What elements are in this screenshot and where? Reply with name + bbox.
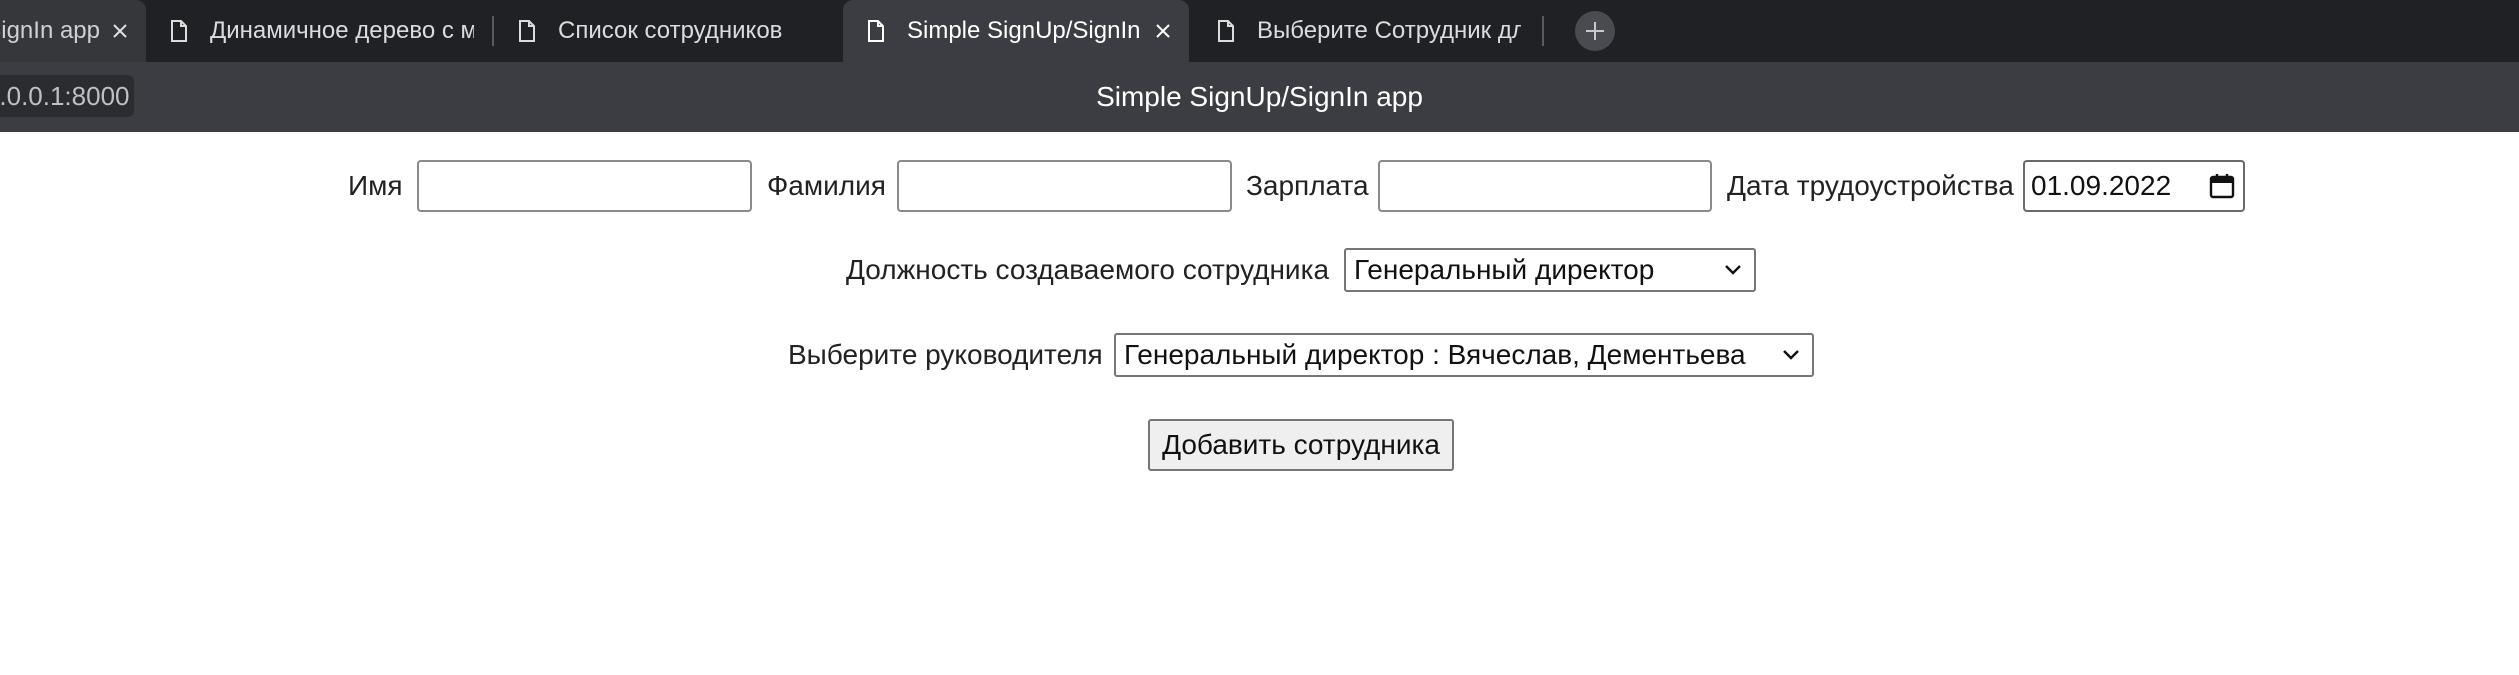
document-icon bbox=[519, 20, 535, 42]
last-name-label: Фамилия bbox=[767, 170, 886, 201]
first-name-label: Имя bbox=[348, 170, 403, 201]
hire-date-value: 01.09.2022 bbox=[2031, 170, 2172, 201]
tab-title: Список сотрудников bbox=[558, 17, 783, 44]
manager-select[interactable]: Генеральный директор : Вячеслав, Дементь… bbox=[1114, 333, 1814, 377]
tab-tree[interactable]: Динамичное дерево с меню bbox=[146, 0, 486, 62]
calendar-icon[interactable] bbox=[2209, 173, 2235, 199]
manager-select-value: Генеральный директор : Вячеслав, Дементь… bbox=[1124, 339, 1746, 370]
hire-date-label: Дата трудоустройства bbox=[1727, 170, 2014, 201]
page-title: Simple SignUp/SignIn app bbox=[1096, 81, 1423, 112]
tab-title: Выберите Сотрудник для bbox=[1257, 17, 1521, 44]
tab-title: Simple SignUp/SignIn app bbox=[907, 17, 1143, 44]
address-text: 127.0.0.1:8000 bbox=[0, 81, 130, 111]
chevron-down-icon bbox=[1783, 350, 1799, 360]
close-icon[interactable] bbox=[112, 23, 128, 39]
hire-date-input[interactable]: 01.09.2022 bbox=[2023, 160, 2245, 212]
tab-title: Динамичное дерево с меню bbox=[210, 17, 474, 44]
employee-form: Имя Фамилия Зарплата Дата трудоустройств… bbox=[0, 132, 2519, 675]
tab-signup-1[interactable]: Simple SignUp/SignIn app bbox=[0, 0, 146, 62]
tab-employee-list[interactable]: Список сотрудников bbox=[494, 0, 839, 62]
plus-icon bbox=[1586, 22, 1604, 40]
document-icon bbox=[171, 20, 187, 42]
salary-input[interactable] bbox=[1378, 160, 1712, 212]
manager-label: Выберите руководителя bbox=[788, 339, 1103, 370]
document-icon bbox=[1218, 20, 1234, 42]
salary-label: Зарплата bbox=[1246, 170, 1369, 201]
add-employee-button[interactable]: Добавить сотрудника bbox=[1148, 419, 1454, 471]
first-name-input[interactable] bbox=[417, 160, 752, 212]
position-select[interactable]: Генеральный директор bbox=[1344, 248, 1756, 292]
close-icon[interactable] bbox=[1155, 23, 1171, 39]
document-icon bbox=[868, 20, 884, 42]
new-tab-button[interactable] bbox=[1575, 11, 1615, 51]
tab-signup-active[interactable]: Simple SignUp/SignIn app bbox=[843, 0, 1189, 62]
title-bar: Simple SignUp/SignIn app 127.0.0.1:8000 bbox=[0, 62, 2519, 132]
tab-select-employee[interactable]: Выберите Сотрудник для bbox=[1193, 0, 1533, 62]
address-bar[interactable]: 127.0.0.1:8000 bbox=[0, 75, 134, 117]
tab-title: Simple SignUp/SignIn app bbox=[0, 17, 100, 44]
position-label: Должность создаваемого сотрудника bbox=[846, 254, 1330, 285]
tab-strip: Simple SignUp/SignIn app Динамичное дере… bbox=[0, 0, 2519, 62]
position-select-value: Генеральный директор bbox=[1354, 254, 1655, 285]
last-name-input[interactable] bbox=[897, 160, 1232, 212]
tab-separator bbox=[1542, 16, 1544, 46]
chevron-down-icon bbox=[1725, 265, 1741, 275]
